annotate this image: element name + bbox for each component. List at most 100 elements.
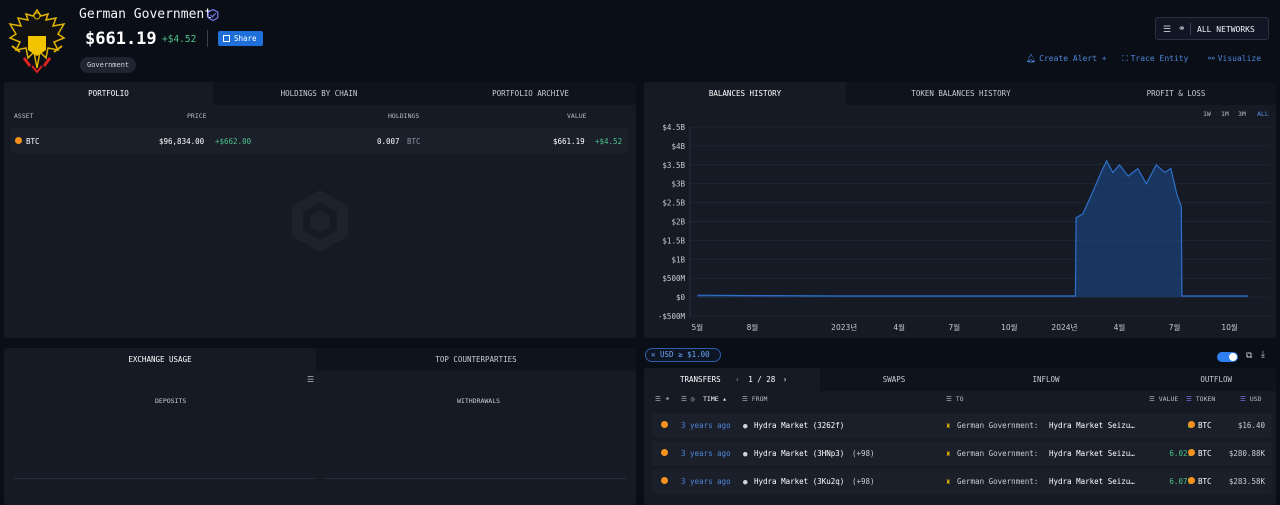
portfolio-panel: PORTFOLIO HOLDINGS BY CHAIN PORTFOLIO AR… (4, 82, 636, 338)
column-to[interactable]: ☰ TO (946, 395, 964, 403)
link-icon[interactable]: ⚭ (665, 395, 670, 403)
y-tick-label: $2.5B (662, 199, 685, 208)
column-value[interactable]: ☰ VALUE (1149, 395, 1178, 403)
transfer-from[interactable]: Hydra Market (3Ku2q) (754, 477, 844, 486)
share-button[interactable]: Share (218, 31, 263, 46)
x-tick-label: 5월 (692, 322, 704, 332)
y-tick-label: $2B (671, 218, 685, 227)
toggle-knob (1229, 353, 1237, 361)
page-indicator: 1 / 28 (748, 375, 776, 384)
tab-portfolio-archive[interactable]: PORTFOLIO ARCHIVE (425, 82, 636, 105)
tab-portfolio[interactable]: PORTFOLIO (4, 82, 213, 105)
usd-filter-pill[interactable]: ✕ USD ≥ $1.00 (645, 348, 721, 362)
close-icon[interactable]: ✕ (651, 350, 660, 359)
transfer-from[interactable]: Hydra Market (3262f) (754, 421, 844, 430)
tab-swaps[interactable]: SWAPS (820, 368, 968, 391)
y-tick-label: $3.5B (662, 161, 685, 170)
german-gov-icon: ♜ (946, 421, 951, 430)
transfer-to-entity[interactable]: German Government: (957, 477, 1038, 486)
entity-header: German Government $661.19 +$4.52 Share G… (0, 0, 1280, 80)
transfer-row[interactable]: 3 years ago ● Hydra Market (3HNp3) (+98)… (652, 441, 1272, 466)
y-tick-label: $4.5B (662, 123, 685, 132)
transfer-time[interactable]: 3 years ago (681, 477, 731, 486)
transfers-header-icons: ☰ ⚭ (655, 395, 670, 403)
transfer-to-detail[interactable]: Hydra Market Seizu… (1049, 449, 1135, 458)
trace-entity-label: Trace Entity (1130, 54, 1189, 63)
network-selector[interactable]: ☰ ⚭ ALL NETWORKS (1155, 17, 1269, 40)
table-row[interactable]: BTC $96,834.00 +$662.00 0.007 BTC $661.1… (11, 128, 628, 153)
transfer-token[interactable]: BTC (1198, 449, 1212, 458)
column-value[interactable]: VALUE (567, 112, 587, 120)
column-token-label: TOKEN (1195, 395, 1216, 403)
download-icon[interactable]: ⤓ (1261, 350, 1265, 360)
transfer-from-extra[interactable]: (+98) (852, 477, 875, 486)
history-tabs: BALANCES HISTORY TOKEN BALANCES HISTORY … (644, 82, 1276, 105)
column-token[interactable]: ☰ TOKEN (1186, 395, 1215, 403)
bell-icon: 🔔︎ (1026, 54, 1037, 63)
asset-value-change: +$4.52 (595, 137, 623, 146)
transfer-row[interactable]: 3 years ago ● Hydra Market (3262f) ♜ Ger… (652, 413, 1272, 438)
time-filter-icon[interactable]: ☰ ◷ (681, 395, 695, 403)
column-usd-label: USD (1249, 395, 1262, 403)
asset-name[interactable]: BTC (26, 137, 40, 146)
transfer-to-entity[interactable]: German Government: (957, 449, 1038, 458)
tab-inflow[interactable]: INFLOW (968, 368, 1124, 391)
copy-icon[interactable]: ⧉ (1246, 351, 1252, 361)
link-icon: ⚭ (1178, 24, 1186, 34)
filter-icon[interactable]: ☰ (655, 395, 661, 403)
balances-chart[interactable]: $4.5B $4B $3.5B $3B $2.5B $2B $1.5B $1B $500M $0 -… (644, 105, 1276, 337)
column-usd[interactable]: ☰ USD (1240, 395, 1262, 403)
network-divider (1190, 23, 1191, 35)
tab-top-counterparties[interactable]: TOP COUNTERPARTIES (316, 348, 636, 371)
transfer-row[interactable]: 3 years ago ● Hydra Market (3Ku2q) (+98)… (652, 469, 1272, 494)
transfer-time[interactable]: 3 years ago (681, 421, 731, 430)
column-to-label: TO (955, 395, 964, 403)
tab-balances-history[interactable]: BALANCES HISTORY (644, 82, 846, 105)
asset-price: $96,834.00 (159, 137, 205, 146)
visualize-link[interactable]: ⚯ Visualize (1208, 54, 1261, 63)
column-from[interactable]: ☰ FROM (742, 395, 767, 403)
entity-tag[interactable]: Government (80, 57, 137, 73)
header-divider (207, 30, 208, 47)
transfers-toggle[interactable] (1217, 352, 1238, 362)
transfer-time[interactable]: 3 years ago (681, 449, 731, 458)
transfer-from-extra[interactable]: (+98) (852, 449, 875, 458)
asset-holdings-unit: BTC (407, 137, 421, 146)
trace-entity-link[interactable]: ⛶ Trace Entity (1122, 54, 1188, 64)
tab-token-balances-history[interactable]: TOKEN BALANCES HISTORY (846, 82, 1076, 105)
tab-outflow[interactable]: OUTFLOW (1124, 368, 1276, 391)
y-tick-label: $4B (671, 142, 685, 151)
transfer-token[interactable]: BTC (1198, 421, 1212, 430)
german-gov-icon: ♜ (946, 477, 951, 486)
column-holdings[interactable]: HOLDINGS (388, 112, 419, 120)
tab-holdings-by-chain[interactable]: HOLDINGS BY CHAIN (213, 82, 425, 105)
transfer-token[interactable]: BTC (1198, 477, 1212, 486)
transfer-to-entity[interactable]: German Government: (957, 421, 1038, 430)
column-asset[interactable]: ASSET (14, 112, 34, 120)
transfer-from[interactable]: Hydra Market (3HNp3) (754, 449, 844, 458)
column-value-label: VALUE (1158, 395, 1179, 403)
transfer-to-detail[interactable]: Hydra Market Seizu… (1049, 477, 1135, 486)
btc-coin-icon (15, 137, 22, 144)
y-axis-ticks: $4.5B $4B $3.5B $3B $2.5B $2B $1.5B $1B $500M $0 -… (658, 123, 686, 321)
create-alert-link[interactable]: 🔔︎ Create Alert + (1026, 54, 1107, 63)
btc-coin-icon (661, 421, 668, 428)
exchange-tabs: EXCHANGE USAGE TOP COUNTERPARTIES (4, 348, 636, 371)
column-time[interactable]: TIME ▴ (703, 395, 726, 403)
x-tick-label: 10월 (1001, 322, 1018, 332)
tab-profit-loss[interactable]: PROFIT & LOSS (1076, 82, 1276, 105)
column-price[interactable]: PRICE (187, 112, 207, 120)
tab-transfers[interactable]: TRANSFERS ‹ 1 / 28 › (644, 368, 820, 391)
transfer-to-detail[interactable]: Hydra Market Seizu… (1049, 421, 1135, 430)
filter-icon[interactable]: ☰ (307, 375, 314, 384)
transfer-usd: $280.88K (1228, 449, 1265, 458)
prev-page-icon[interactable]: ‹ (735, 375, 740, 384)
tab-exchange-usage[interactable]: EXCHANGE USAGE (4, 348, 316, 371)
share-label: Share (234, 34, 257, 43)
btc-coin-icon (1188, 449, 1195, 456)
create-alert-label: Create Alert + (1039, 54, 1107, 63)
balance-change: +$4.52 (162, 34, 197, 45)
exchange-usage-panel: EXCHANGE USAGE TOP COUNTERPARTIES ☰ DEPO… (4, 348, 636, 505)
usd-filter-label: USD ≥ $1.00 (660, 350, 710, 359)
next-page-icon[interactable]: › (783, 375, 788, 384)
